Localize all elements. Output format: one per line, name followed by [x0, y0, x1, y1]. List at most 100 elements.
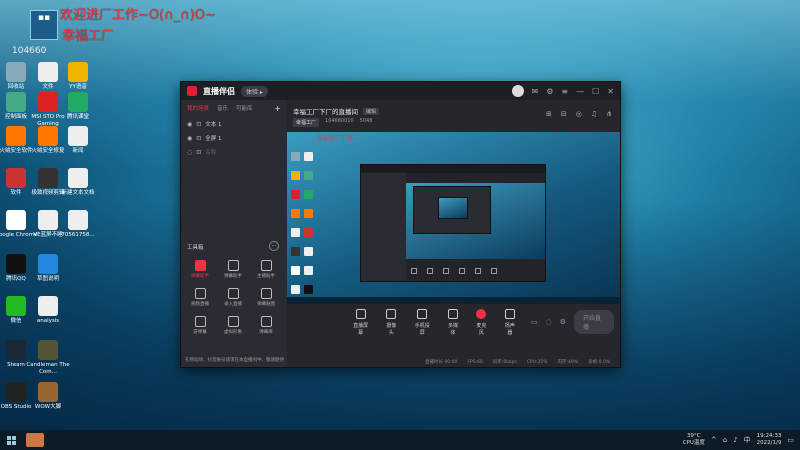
app-titlebar[interactable]: 直播伴侣 体验 ▸ ✉ ⚙ ≡ — ☐ ✕ [181, 82, 620, 100]
app-icon [6, 340, 26, 360]
lock-icon[interactable]: ⊡ [196, 135, 201, 142]
app-icon [38, 92, 58, 112]
scene-label: 全屏 1 [205, 136, 222, 142]
desktop-icon[interactable]: 腾讯课堂 [56, 92, 100, 121]
tool-icon [227, 288, 239, 299]
app-icon [6, 92, 26, 112]
settings-gear-icon[interactable]: ⚙ [560, 318, 566, 326]
control-label: 多媒体 [448, 322, 459, 336]
ime-icon[interactable]: 中 [744, 435, 751, 445]
tool-item[interactable]: 录入直播 [218, 288, 248, 307]
status-item: 直播时长 00:00 [424, 360, 458, 365]
desktop-icon[interactable]: analysis [26, 296, 70, 325]
app-icon [68, 92, 88, 112]
desktop-icon[interactable]: WOW大脚 [26, 382, 70, 411]
notification-icon[interactable]: ▭ [787, 436, 794, 444]
tool-item[interactable]: 虚拟形象 [218, 316, 248, 335]
avatar[interactable] [511, 85, 524, 97]
share-icon[interactable]: ⋔ [606, 110, 612, 118]
live-companion-window[interactable]: 直播伴侣 体验 ▸ ✉ ⚙ ≡ — ☐ ✕ 我的场景 音乐 可能库 + ◉ ⊡ … [180, 81, 621, 368]
edit-title-button[interactable]: 编辑 [363, 107, 380, 115]
desktop-icon-label: WOW大脚 [34, 404, 62, 410]
desktop-icon[interactable]: YY语音 [56, 62, 100, 91]
tray-chevron-icon[interactable]: ^ [711, 436, 717, 444]
tab-scenes[interactable]: 我的场景 [187, 104, 209, 113]
tool-item[interactable]: 弹幕库 [251, 316, 281, 335]
taskbar-app-live-companion[interactable] [26, 433, 44, 447]
preview-taskbar [287, 297, 620, 304]
room-tag[interactable]: 幸福工厂 [293, 118, 320, 127]
volume-icon[interactable]: ♪ [733, 436, 737, 444]
effects-icon[interactable]: ◌ [546, 318, 552, 326]
preview-icon [291, 190, 300, 199]
weather-desc: CPU温度 [682, 440, 705, 446]
tool-item[interactable]: 弹幕贴图 [251, 288, 281, 307]
desktop-icon[interactable]: 新建文本文档 [56, 168, 100, 197]
tab-music[interactable]: 音乐 [217, 104, 228, 113]
start-button[interactable] [0, 430, 22, 450]
room-title: 幸福工厂下厂的直播间 [293, 108, 358, 116]
lock-icon[interactable]: ⊡ [196, 121, 201, 128]
tool-label: 弹幕库 [259, 330, 273, 335]
minimize-icon[interactable]: — [576, 87, 584, 96]
control-button[interactable]: 直播屏幕 [351, 308, 370, 336]
preview-icon [304, 152, 313, 161]
preview-icon [304, 190, 313, 199]
tool-item[interactable]: 弹幕助手 [218, 260, 248, 279]
control-button[interactable]: 摄像头 [384, 308, 398, 336]
message-icon[interactable]: ✉ [532, 87, 539, 96]
tab-library[interactable]: 可能库 [236, 104, 253, 113]
lock-icon[interactable]: ⊡ [196, 149, 201, 156]
tool-item[interactable]: 主播助手 [251, 260, 281, 279]
control-icon [448, 308, 459, 319]
tool-label: 弹幕贴图 [257, 302, 275, 307]
room-id: 104660010 [325, 118, 354, 124]
menu-icon[interactable]: ≡ [561, 87, 568, 96]
control-icon [476, 308, 487, 319]
desktop-icon-label: 草图说明 [36, 276, 59, 282]
app-icon [38, 126, 58, 146]
settings-icon[interactable]: ⚙ [546, 87, 553, 96]
eye-icon[interactable]: ◌ [187, 149, 192, 156]
record-icon[interactable]: ▭ [531, 318, 538, 326]
control-button[interactable]: 扬声器 [503, 308, 517, 336]
scene-item[interactable]: ◉ ⊡ 全屏 1 [181, 131, 287, 145]
maximize-icon[interactable]: ☐ [592, 87, 599, 96]
tool-item[interactable]: 游弹幕 [185, 316, 215, 335]
bell-icon[interactable]: ♫ [591, 110, 597, 118]
clock[interactable]: 19:24:33 2022/1/9 [757, 433, 782, 447]
close-icon[interactable]: ✕ [607, 87, 614, 96]
scene-item[interactable]: ◉ ⊡ 文本 1 [181, 117, 287, 131]
tool-item[interactable]: 弹幕助手 [185, 260, 215, 279]
desktop-icon[interactable]: 新闻 [56, 126, 100, 155]
camera-icon[interactable]: ◎ [576, 110, 582, 118]
start-live-button[interactable]: 开始直播 [574, 310, 614, 334]
control-button[interactable]: 麦克风 [474, 308, 488, 336]
app-icon [38, 62, 58, 82]
eye-icon[interactable]: ◉ [187, 121, 192, 128]
control-button[interactable]: 多媒体 [446, 308, 460, 336]
add-scene-icon[interactable]: + [274, 104, 281, 113]
version-pill[interactable]: 体验 ▸ [241, 85, 268, 97]
weather[interactable]: 39°C CPU温度 [683, 433, 705, 447]
desktop-icon[interactable]: 70561758... [56, 210, 100, 239]
eye-icon[interactable]: ◉ [187, 135, 192, 142]
gift-icon[interactable]: ⊞ [546, 110, 552, 118]
hint-text: 礼物动效、抖音账号请求在本直播间中、敬请期待 [185, 358, 284, 363]
app-icon [68, 210, 88, 230]
app-icon [6, 168, 26, 188]
tool-icon [194, 288, 206, 299]
nested-preview-window [360, 164, 546, 282]
app-brand: 直播伴侣 [203, 86, 235, 96]
scene-item[interactable]: ◌ ⊡ 名称 [181, 145, 287, 159]
desktop-icon[interactable]: 草图说明 [26, 254, 70, 283]
stream-preview[interactable]: 欢迎进厂工作~ [287, 132, 620, 304]
store-icon[interactable]: ⊟ [561, 110, 567, 118]
app-icon [38, 340, 58, 360]
control-button[interactable]: 手机投屏 [413, 308, 432, 336]
desktop-icon[interactable]: Candleman The Com... [26, 340, 70, 376]
network-icon[interactable]: ⌂ [723, 436, 727, 444]
more-tools-icon[interactable]: ⋯ [269, 241, 279, 251]
overlay-factory: 幸福工厂 [62, 29, 115, 44]
tool-item[interactable]: 视频直播 [185, 288, 215, 307]
